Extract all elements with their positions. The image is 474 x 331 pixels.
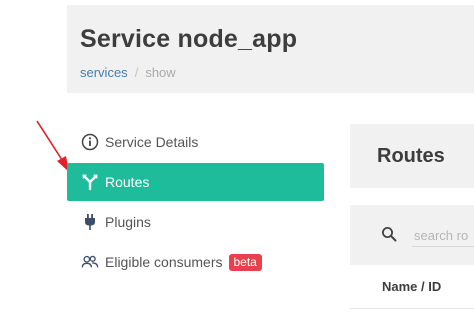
sidebar-item-service-details[interactable]: Service Details	[67, 123, 324, 161]
sidebar-item-label: Routes	[105, 174, 150, 190]
sidebar-item-label: Service Details	[105, 134, 199, 150]
breadcrumb-current: show	[145, 65, 176, 80]
sidebar-item-label: Plugins	[105, 214, 151, 230]
sidebar-item-routes[interactable]: Routes	[67, 163, 324, 201]
sidebar-item-plugins[interactable]: Plugins	[67, 203, 324, 241]
beta-badge: beta	[228, 253, 262, 271]
route-fork-icon	[81, 173, 99, 191]
search-input[interactable]	[412, 228, 474, 247]
column-header-name-id[interactable]: Name / ID	[382, 279, 441, 294]
search-bar	[350, 205, 474, 265]
sidebar-item-label: Eligible consumers	[105, 254, 223, 270]
breadcrumb: services / show	[80, 65, 176, 80]
plug-icon	[81, 213, 99, 231]
page-title: Service node_app	[80, 25, 298, 53]
routes-table-header: Name / ID	[350, 266, 474, 309]
page-header: Service node_app services / show	[67, 5, 474, 93]
users-icon	[81, 253, 99, 271]
breadcrumb-services-link[interactable]: services	[80, 65, 128, 80]
sidebar-item-eligible-consumers[interactable]: Eligible consumers beta	[67, 243, 324, 281]
section-title: Routes	[377, 145, 445, 167]
routes-header: Routes	[350, 124, 474, 188]
info-icon	[81, 133, 99, 151]
breadcrumb-separator: /	[134, 65, 139, 80]
sidebar-nav: Service Details Routes Plugins Eligible …	[67, 123, 324, 283]
search-icon	[381, 226, 397, 247]
